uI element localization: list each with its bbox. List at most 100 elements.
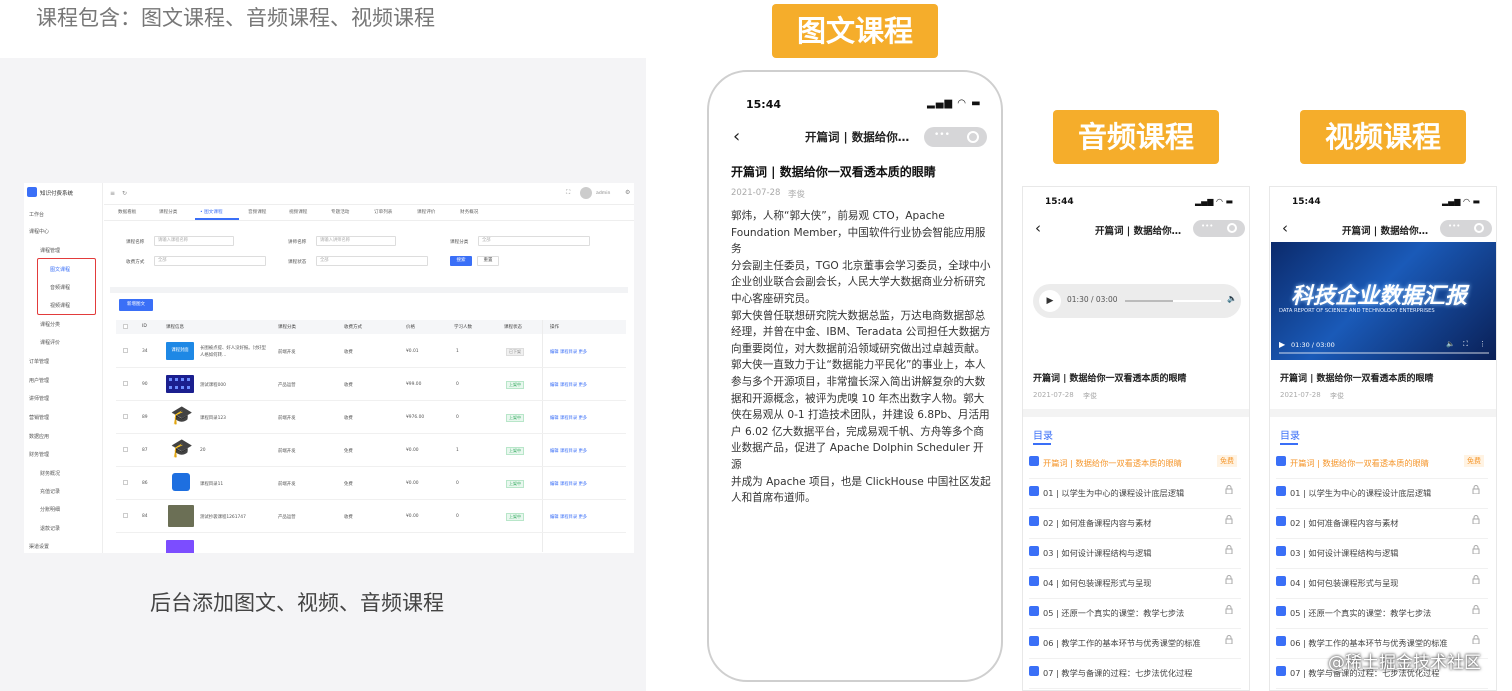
row-checkbox[interactable] — [123, 480, 128, 485]
toc-item[interactable]: 04 | 如何包装课程形式与呈现 — [1029, 569, 1241, 599]
user-name[interactable]: admin — [596, 191, 610, 196]
sidebar-item-split[interactable]: 分账明细 — [40, 506, 60, 513]
tab-topic[interactable]: 专题活动 — [331, 209, 349, 215]
tab-tuwen[interactable]: • 图文课程 — [200, 209, 223, 215]
back-arrow-icon[interactable]: ‹ — [733, 126, 740, 147]
close-circle-icon[interactable] — [1474, 223, 1484, 233]
row-actions[interactable]: 编辑 课程目录 更多 — [550, 481, 587, 487]
more-dots-icon[interactable]: ••• — [1201, 222, 1213, 230]
row-checkbox[interactable] — [123, 447, 128, 452]
table-row[interactable]: 89 🎓 课程目录123 前端开发 收费 ¥976.00 0 上架中 编辑 课程… — [116, 401, 626, 434]
back-arrow-icon[interactable]: ‹ — [1035, 219, 1041, 237]
fullscreen-icon[interactable]: ⛶ — [566, 189, 570, 197]
status-select[interactable]: 全部 — [316, 256, 428, 266]
search-button[interactable]: 搜索 — [450, 256, 472, 266]
sidebar-item-teachers[interactable]: 讲师管理 — [29, 395, 49, 402]
row-actions[interactable]: 编辑 课程目录 更多 — [550, 415, 587, 421]
sidebar-item-refund[interactable]: 退款记录 — [40, 525, 60, 532]
table-row[interactable]: 84 测试抄袭课程1261747 产品运营 收费 ¥0.00 0 上架中 编辑 … — [116, 500, 626, 533]
sidebar-item-marketing[interactable]: 营销管理 — [29, 414, 49, 421]
toc-item[interactable]: 04 | 如何包装课程形式与呈现 — [1276, 569, 1488, 599]
reset-button[interactable]: 重置 — [477, 256, 499, 266]
tab-audio[interactable]: 音频课程 — [248, 209, 266, 215]
row-checkbox[interactable] — [123, 348, 128, 353]
tab-category[interactable]: 课程分类 — [159, 209, 177, 215]
mini-program-capsule[interactable]: ••• — [1440, 220, 1492, 237]
sidebar-item-course-center[interactable]: 课程中心 — [29, 228, 49, 235]
sidebar-item-channel[interactable]: 渠道设置 — [29, 543, 49, 550]
toc-item[interactable]: 03 | 如何设计课程结构与逻辑 — [1276, 539, 1488, 569]
sidebar-item-review[interactable]: 课程评价 — [40, 339, 60, 346]
volume-icon[interactable]: 🔈 — [1446, 340, 1455, 348]
row-title[interactable]: 课程目录11 — [200, 481, 223, 487]
row-title[interactable]: 测试课程000 — [200, 382, 226, 388]
select-all-checkbox[interactable] — [123, 324, 128, 329]
row-actions[interactable]: 编辑 课程目录 更多 — [550, 514, 587, 520]
course-name-input[interactable]: 请输入课程名称 — [154, 236, 234, 246]
toc-item[interactable]: 01 | 以学生为中心的课程设计底层逻辑 — [1276, 479, 1488, 509]
close-circle-icon[interactable] — [1227, 223, 1237, 233]
table-row[interactable]: 86 课程目录11 前端开发 免费 ¥0.00 0 上架中 编辑 课程目录 更多 — [116, 467, 626, 500]
sidebar-item-category[interactable]: 课程分类 — [40, 321, 60, 328]
row-actions[interactable]: 编辑 课程目录 更多 — [550, 382, 587, 388]
sidebar-item-workbench[interactable]: 工作台 — [29, 211, 44, 218]
row-title[interactable]: 课程目录123 — [200, 415, 226, 421]
tab-dashboard[interactable]: 数据看板 — [118, 209, 136, 215]
toc-item[interactable]: 开篇词 | 数据给你一双看透本质的眼睛 免费 — [1029, 449, 1241, 479]
toc-item[interactable]: 01 | 以学生为中心的课程设计底层逻辑 — [1029, 479, 1241, 509]
play-icon[interactable]: ▶ — [1039, 290, 1061, 312]
table-row[interactable]: 87 🎓 20 前端开发 免费 ¥0.00 1 上架中 编辑 课程目录 更多 — [116, 434, 626, 467]
video-progress-track[interactable] — [1279, 352, 1489, 354]
progress-track[interactable] — [1125, 300, 1221, 302]
row-title[interactable]: 测试抄袭课程1261747 — [200, 514, 246, 520]
volume-icon[interactable]: 🔈 — [1227, 294, 1237, 303]
tab-review[interactable]: 课程评价 — [417, 209, 435, 215]
toc-item[interactable]: 开篇词 | 数据给你一双看透本质的眼睛 免费 — [1276, 449, 1488, 479]
row-checkbox[interactable] — [123, 381, 128, 386]
tab-finance[interactable]: 财务概况 — [460, 209, 478, 215]
sidebar-item-recharge[interactable]: 充值记录 — [40, 488, 60, 495]
toc-item[interactable]: 02 | 如何准备课程内容与素材 — [1276, 509, 1488, 539]
row-actions[interactable]: 编辑 课程目录 更多 — [550, 448, 587, 454]
sidebar-item-finance-overview[interactable]: 财务概况 — [40, 470, 60, 477]
video-play-icon[interactable]: ▶ — [1279, 340, 1285, 349]
mini-program-capsule[interactable]: ••• — [1193, 220, 1245, 237]
toc-item[interactable]: 05 | 还原一个真实的课堂：教学七步法 — [1029, 599, 1241, 629]
teacher-input[interactable]: 请输入讲师名称 — [316, 236, 396, 246]
sidebar-item-finance[interactable]: 财务管理 — [29, 451, 49, 458]
toc-item[interactable]: 02 | 如何准备课程内容与素材 — [1029, 509, 1241, 539]
row-title[interactable]: 长图被点提、好人没好报。讨好型人格如何转… — [200, 345, 270, 359]
toc-item[interactable]: 07 | 教学与备课的过程：七步法优化过程 — [1029, 659, 1241, 689]
row-actions[interactable]: 编辑 课程目录 更多 — [550, 349, 587, 355]
table-row[interactable]: 34 课程封面 长图被点提、好人没好报。讨好型人格如何转… 前端开发 收费 ¥0… — [116, 335, 626, 368]
refresh-icon[interactable]: ↻ — [122, 190, 127, 197]
table-row[interactable] — [116, 533, 626, 553]
row-checkbox[interactable] — [123, 513, 128, 518]
menu-fold-icon[interactable]: ≡ — [110, 190, 115, 197]
row-checkbox[interactable] — [123, 414, 128, 419]
toc-item[interactable]: 05 | 还原一个真实的课堂：教学七步法 — [1276, 599, 1488, 629]
audio-player[interactable]: ▶ 01:30 / 03:00 🔈 — [1033, 284, 1241, 318]
sidebar-item-orders[interactable]: 订单管理 — [29, 358, 49, 365]
video-player[interactable]: 科技企业数据汇报 DATA REPORT OF SCIENCE AND TECH… — [1271, 242, 1496, 360]
close-circle-icon[interactable] — [967, 131, 979, 143]
toc-item[interactable]: 03 | 如何设计课程结构与逻辑 — [1029, 539, 1241, 569]
gear-icon[interactable]: ⚙ — [625, 189, 630, 196]
category-select[interactable]: 全部 — [478, 236, 590, 246]
mini-program-capsule[interactable]: ••• — [924, 127, 987, 147]
add-tuwen-button[interactable]: 新增图文 — [119, 299, 153, 311]
sidebar-item-data[interactable]: 数据应用 — [29, 433, 49, 440]
fullscreen-icon[interactable]: ⛶ — [1463, 340, 1468, 349]
more-icon[interactable]: ⋮ — [1479, 340, 1486, 348]
tab-orders[interactable]: 订单列表 — [374, 209, 392, 215]
toc-item[interactable]: 06 | 教学工作的基本环节与优秀课堂的标准 — [1029, 629, 1241, 659]
table-row[interactable]: 90 测试课程000 产品运营 收费 ¥99.00 0 上架中 编辑 课程目录 … — [116, 368, 626, 401]
sidebar-item-users[interactable]: 用户管理 — [29, 377, 49, 384]
more-dots-icon[interactable]: ••• — [1448, 222, 1460, 230]
back-arrow-icon[interactable]: ‹ — [1282, 219, 1288, 237]
more-dots-icon[interactable]: ••• — [934, 130, 950, 140]
avatar[interactable] — [580, 187, 592, 199]
row-title[interactable]: 20 — [200, 448, 206, 453]
tab-video[interactable]: 视频课程 — [289, 209, 307, 215]
sidebar-item-course-manage[interactable]: 课程管理 — [40, 247, 60, 254]
